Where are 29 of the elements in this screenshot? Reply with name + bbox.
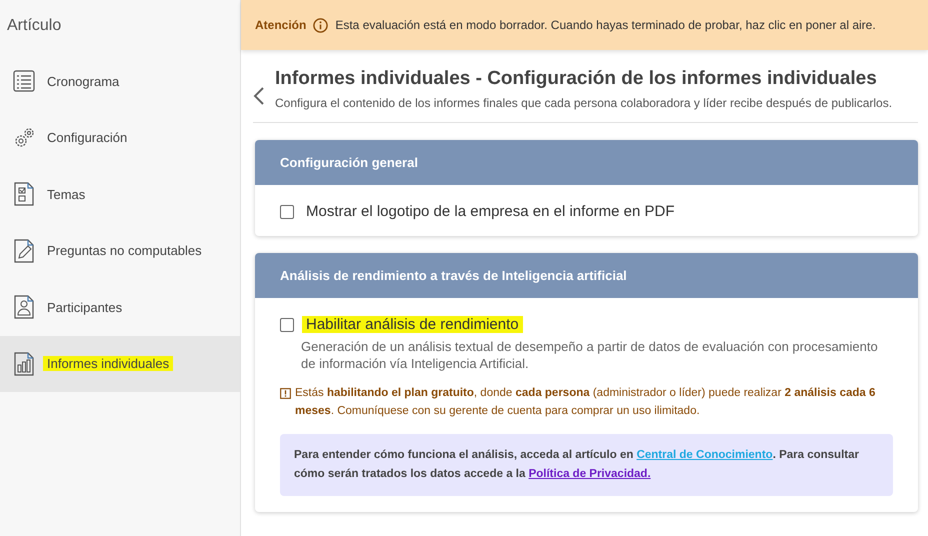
sidebar-title: Artículo (6, 16, 62, 36)
sidebar-item[interactable]: Temas (0, 166, 240, 222)
sidebar-item[interactable]: Preguntas no computables (0, 222, 240, 279)
pencil-document-icon (13, 238, 35, 263)
sidebar-item[interactable]: Configuración (0, 110, 240, 166)
privacy-policy-link[interactable]: Política de Privacidad. (528, 468, 651, 480)
banner-message: Esta evaluación está en modo borrador. Cuando hayas terminado de probar, haz clic en poner al aire. (335, 18, 876, 32)
card-header: Configuración general (255, 140, 918, 185)
checkbox[interactable] (280, 204, 294, 218)
banner-label: Atención (255, 18, 306, 32)
checkbox-label: Habilitar análisis de rendimiento (302, 316, 523, 333)
page-title: Informes individuales - Configuración de los informes individuales (275, 68, 878, 90)
checkbox[interactable] (280, 318, 294, 332)
checkbox-label: Mostrar el logotipo de la empresa en el informe en PDF (305, 203, 676, 220)
warning-icon (280, 388, 291, 399)
checklist-document-icon (13, 182, 35, 206)
sidebar-item[interactable]: Participantes (0, 279, 240, 336)
sidebar-item[interactable]: Cronograma (0, 53, 240, 110)
list-icon (13, 69, 35, 94)
person-document-icon (13, 295, 35, 320)
page-subtitle: Configura el contenido de los informes finales que cada persona colaboradora y líder recibe después de publicarlos. (275, 96, 892, 110)
info-text: Para entender cómo funciona el análisis, acceda al artículo en Central de Conocimiento. Para consultar cómo serán tratados los datos accede a la Política de Privacidad. (294, 448, 860, 482)
card-header: Análisis de rendimiento a través de Inteligencia artificial (255, 253, 918, 298)
chart-document-icon (13, 352, 35, 376)
sidebar-item[interactable]: Informes individuales (0, 336, 240, 392)
plan-notice: Estás habilitando el plan gratuito, donde cada persona (administrador o líder) puede realizar 2 análisis cada 6 meses. Comuníquese con su gerente de cuenta para comprar un uso ilimitado. (295, 386, 876, 419)
back-icon[interactable] (253, 86, 265, 106)
info-icon (313, 18, 328, 32)
option-description: Generación de un análisis textual de desempeño a partir de datos de evaluación con procesamiento de información vía Inteligencia Artificial. (301, 339, 879, 373)
